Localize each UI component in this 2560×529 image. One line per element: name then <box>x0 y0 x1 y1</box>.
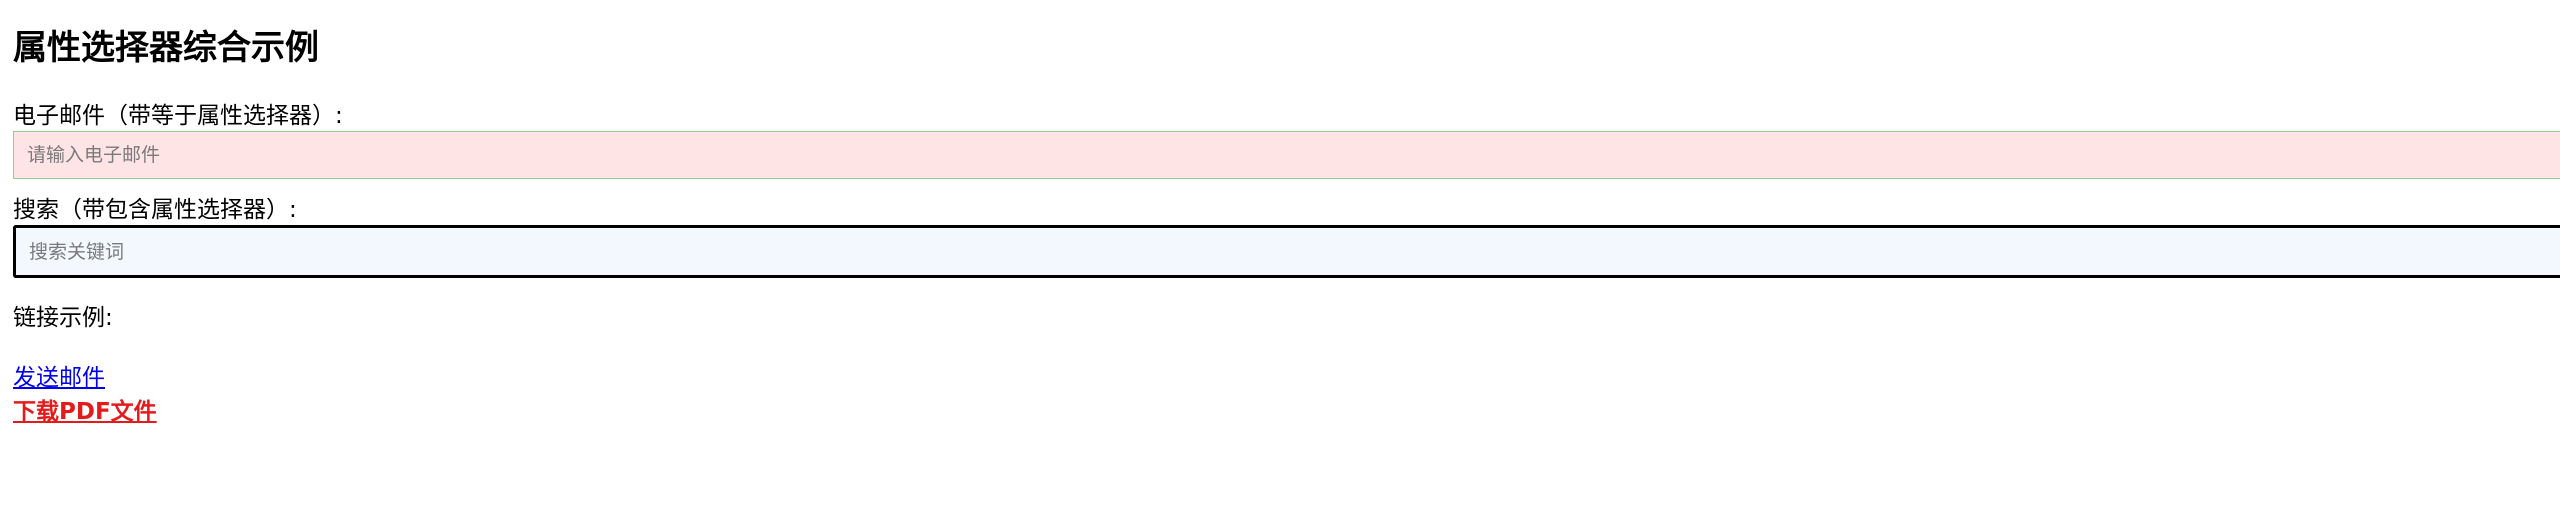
search-field-label: 搜索（带包含属性选择器）: <box>13 197 297 223</box>
email-field-label: 电子邮件（带等于属性选择器）: <box>13 103 343 129</box>
page: 属性选择器综合示例 电子邮件（带等于属性选择器）: 搜索（带包含属性选择器）: … <box>0 0 2560 529</box>
links-list: 发送邮件 下载PDF文件 <box>13 361 2560 429</box>
page-title: 属性选择器综合示例 <box>13 28 319 68</box>
email-input[interactable] <box>13 131 2560 179</box>
links-heading: 链接示例: <box>13 305 113 331</box>
send-mail-link[interactable]: 发送邮件 <box>13 361 105 395</box>
search-input[interactable] <box>13 225 2560 278</box>
download-pdf-link[interactable]: 下载PDF文件 <box>13 395 157 429</box>
